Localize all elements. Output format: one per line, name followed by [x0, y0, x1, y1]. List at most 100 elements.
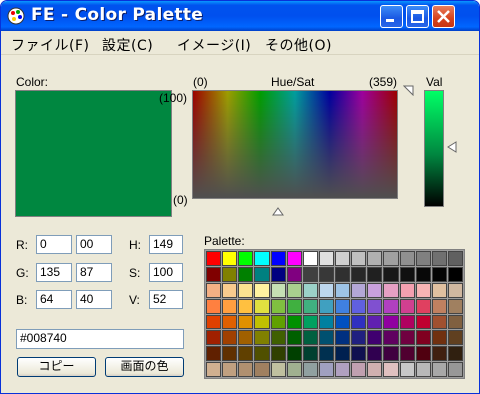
palette-swatch[interactable] — [286, 346, 302, 362]
palette-swatch[interactable] — [431, 362, 447, 377]
palette-swatch[interactable] — [318, 298, 334, 314]
palette-swatch[interactable] — [383, 314, 399, 330]
minimize-button[interactable] — [380, 5, 403, 28]
hue-field[interactable]: 149 — [149, 235, 183, 254]
palette-swatch[interactable] — [270, 362, 286, 377]
palette-swatch[interactable] — [238, 282, 254, 298]
palette-swatch[interactable] — [383, 330, 399, 346]
palette-swatch[interactable] — [206, 266, 222, 282]
palette-swatch[interactable] — [383, 298, 399, 314]
palette-swatch[interactable] — [383, 251, 399, 266]
palette-swatch[interactable] — [238, 314, 254, 330]
palette-swatch[interactable] — [318, 314, 334, 330]
palette-swatch[interactable] — [335, 362, 351, 377]
palette-swatch[interactable] — [415, 298, 431, 314]
palette-swatch[interactable] — [351, 298, 367, 314]
palette-swatch[interactable] — [399, 330, 415, 346]
palette-swatch[interactable] — [206, 251, 222, 266]
palette-swatch[interactable] — [415, 266, 431, 282]
palette-swatch[interactable] — [431, 298, 447, 314]
palette-swatch[interactable] — [302, 298, 318, 314]
palette-swatch[interactable] — [431, 330, 447, 346]
palette-swatch[interactable] — [270, 298, 286, 314]
palette-swatch[interactable] — [447, 251, 463, 266]
palette-swatch[interactable] — [222, 282, 238, 298]
palette-swatch[interactable] — [383, 362, 399, 377]
value-slider[interactable] — [424, 90, 444, 207]
menu-file[interactable]: ファイル(F) — [11, 35, 89, 55]
palette-swatch[interactable] — [415, 282, 431, 298]
palette-swatch[interactable] — [254, 346, 270, 362]
palette-swatch[interactable] — [222, 298, 238, 314]
palette-swatch[interactable] — [399, 298, 415, 314]
palette-swatch[interactable] — [238, 298, 254, 314]
palette-swatch[interactable] — [222, 266, 238, 282]
palette-swatch[interactable] — [415, 314, 431, 330]
palette-swatch[interactable] — [367, 330, 383, 346]
palette-swatch[interactable] — [238, 362, 254, 377]
palette-swatch[interactable] — [399, 362, 415, 377]
palette-swatch[interactable] — [206, 282, 222, 298]
palette-swatch[interactable] — [335, 282, 351, 298]
palette-swatch[interactable] — [286, 266, 302, 282]
palette-swatch[interactable] — [254, 251, 270, 266]
palette-swatch[interactable] — [222, 251, 238, 266]
palette-swatch[interactable] — [351, 282, 367, 298]
palette-swatch[interactable] — [286, 362, 302, 377]
palette-swatch[interactable] — [447, 298, 463, 314]
palette-swatch[interactable] — [335, 314, 351, 330]
g-decimal-field[interactable]: 135 — [36, 263, 72, 282]
palette-swatch[interactable] — [351, 346, 367, 362]
value-marker-icon[interactable] — [447, 141, 457, 153]
palette-swatch[interactable] — [318, 362, 334, 377]
palette-swatch[interactable] — [270, 346, 286, 362]
palette-swatch[interactable] — [447, 266, 463, 282]
palette-swatch[interactable] — [399, 251, 415, 266]
palette-swatch[interactable] — [447, 330, 463, 346]
palette-swatch[interactable] — [447, 362, 463, 377]
palette-swatch[interactable] — [399, 282, 415, 298]
palette-swatch[interactable] — [270, 282, 286, 298]
palette-swatch[interactable] — [367, 314, 383, 330]
palette-swatch[interactable] — [431, 314, 447, 330]
palette-swatch[interactable] — [206, 314, 222, 330]
palette-swatch[interactable] — [318, 282, 334, 298]
palette-swatch[interactable] — [335, 266, 351, 282]
palette-swatch[interactable] — [367, 298, 383, 314]
palette-swatch[interactable] — [286, 314, 302, 330]
palette-swatch[interactable] — [270, 330, 286, 346]
palette-swatch[interactable] — [302, 330, 318, 346]
palette-swatch[interactable] — [206, 362, 222, 377]
b-decimal-field[interactable]: 64 — [36, 290, 72, 309]
palette-swatch[interactable] — [383, 266, 399, 282]
palette-swatch[interactable] — [351, 314, 367, 330]
palette-swatch[interactable] — [415, 251, 431, 266]
palette-swatch[interactable] — [302, 314, 318, 330]
palette-swatch[interactable] — [254, 330, 270, 346]
palette-swatch[interactable] — [431, 346, 447, 362]
menu-settings[interactable]: 設定(C) — [102, 35, 153, 55]
palette-swatch[interactable] — [335, 251, 351, 266]
palette-swatch[interactable] — [302, 282, 318, 298]
palette-swatch[interactable] — [270, 251, 286, 266]
palette-swatch[interactable] — [254, 266, 270, 282]
close-button[interactable] — [432, 5, 455, 28]
palette-swatch[interactable] — [367, 282, 383, 298]
palette-swatch[interactable] — [302, 346, 318, 362]
b-hex-field[interactable]: 40 — [76, 290, 112, 309]
palette-swatch[interactable] — [302, 266, 318, 282]
palette-swatch[interactable] — [222, 330, 238, 346]
palette-swatch[interactable] — [286, 330, 302, 346]
palette-swatch[interactable] — [415, 346, 431, 362]
sat-marker-icon[interactable] — [403, 85, 414, 96]
palette-swatch[interactable] — [431, 266, 447, 282]
palette-swatch[interactable] — [351, 266, 367, 282]
palette-swatch[interactable] — [399, 314, 415, 330]
palette-swatch[interactable] — [286, 282, 302, 298]
palette-swatch[interactable] — [383, 346, 399, 362]
palette-swatch[interactable] — [399, 346, 415, 362]
palette-swatch[interactable] — [238, 330, 254, 346]
title-bar[interactable]: FE - Color Palette — [1, 1, 479, 31]
palette-swatch[interactable] — [447, 282, 463, 298]
palette-swatch[interactable] — [431, 282, 447, 298]
